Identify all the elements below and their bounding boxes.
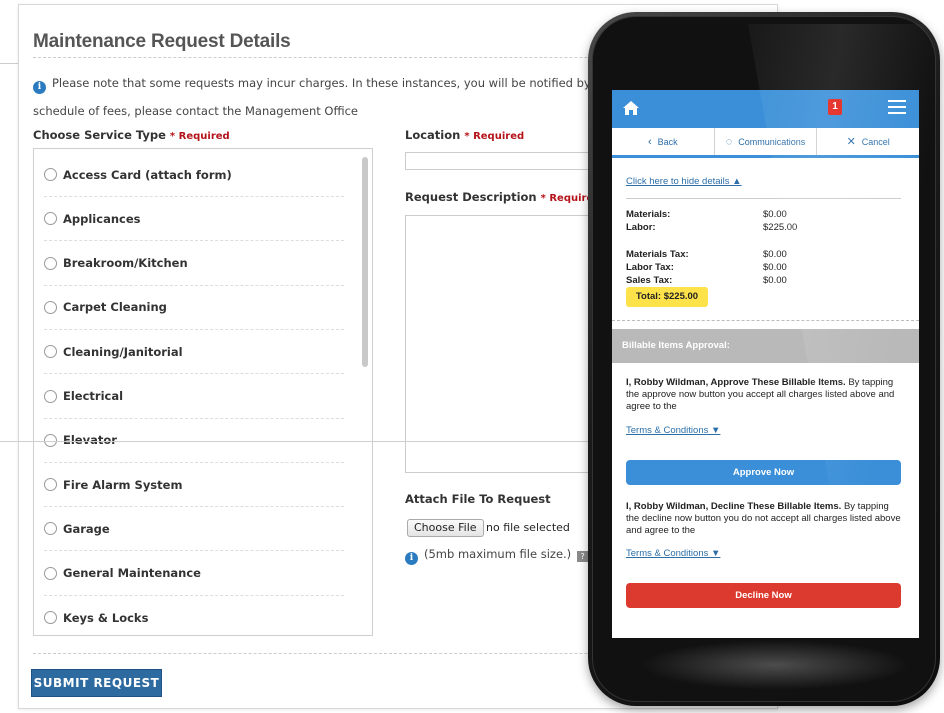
cost-value: $225.00: [763, 222, 798, 233]
radio-button[interactable]: [44, 345, 57, 359]
decline-now-button[interactable]: Decline Now: [626, 583, 901, 608]
decline-statement: I, Robby Wildman, Decline These Billable…: [626, 501, 903, 537]
radio-button[interactable]: [44, 611, 57, 624]
scrollbar[interactable]: [362, 157, 368, 367]
approve-statement: I, Robby Wildman, Approve These Billable…: [626, 377, 903, 413]
total-badge: Total: $225.00: [626, 287, 708, 307]
chat-icon: ◌: [725, 135, 733, 148]
description-textarea[interactable]: [405, 215, 605, 473]
notification-badge[interactable]: 1: [828, 99, 842, 115]
chevron-left-icon: ‹: [647, 135, 652, 148]
radio-button[interactable]: [44, 300, 57, 314]
service-option-label: Applicances: [63, 211, 141, 226]
service-option[interactable]: Breakroom/Kitchen: [44, 242, 344, 286]
description-label: Request Description * Required: [405, 190, 600, 204]
cost-label: Labor:: [626, 222, 656, 233]
attach-file-label: Attach File To Request: [405, 492, 551, 506]
service-option-label: Electrical: [63, 389, 124, 403]
terms-link-approve[interactable]: Terms & Conditions ▼: [626, 425, 720, 436]
decor-line: [0, 441, 600, 442]
approve-statement-bold: I, Robby Wildman, Approve These Billable…: [626, 377, 846, 388]
location-label: Location * Required: [405, 128, 524, 142]
radio-button[interactable]: [44, 168, 57, 181]
service-option[interactable]: Cleaning/Janitorial: [44, 330, 344, 375]
app-navbar: ‹ Back ◌ Communications ✕ Cancel: [612, 128, 919, 158]
file-size-note: i (5mb maximum file size.)?: [405, 547, 589, 565]
terms-link-decline[interactable]: Terms & Conditions ▼: [626, 548, 720, 559]
description-label-text: Request Description: [405, 190, 537, 204]
cost-value: $0.00: [763, 209, 787, 220]
service-option[interactable]: Fire Alarm System: [44, 463, 344, 508]
decline-statement-bold: I, Robby Wildman, Decline These Billable…: [626, 501, 842, 512]
cost-value: $0.00: [763, 249, 787, 260]
required-marker: * Required: [169, 131, 230, 142]
communications-button[interactable]: ◌ Communications: [715, 128, 818, 155]
notice-text-1: Please note that some requests may incur…: [52, 76, 629, 90]
service-option-label: Keys & Locks: [63, 610, 149, 625]
cost-label: Sales Tax:: [626, 275, 673, 286]
service-type-label: Choose Service Type * Required: [33, 128, 230, 142]
app-header: 1: [612, 90, 919, 128]
radio-button[interactable]: [44, 478, 57, 492]
location-label-text: Location: [405, 128, 461, 142]
cost-value: $0.00: [763, 275, 787, 286]
file-status: no file selected: [486, 521, 570, 534]
communications-label: Communications: [738, 136, 806, 147]
close-icon: ✕: [846, 136, 856, 148]
cost-label: Labor Tax:: [626, 262, 674, 273]
service-option[interactable]: Keys & Locks: [44, 596, 344, 635]
screenshot-stage: Maintenance Request Details i Please note…: [0, 0, 944, 713]
home-icon[interactable]: [622, 99, 640, 117]
cost-label: Materials:: [626, 209, 671, 220]
radio-button[interactable]: [44, 566, 57, 580]
radio-button[interactable]: [44, 522, 57, 536]
approval-header: Billable Items Approval:: [612, 329, 919, 363]
decor-line: [0, 63, 20, 64]
cost-label: Materials Tax:: [626, 249, 689, 260]
cancel-label: Cancel: [861, 136, 890, 147]
back-label: Back: [657, 136, 678, 147]
radio-button[interactable]: [44, 389, 57, 403]
service-type-label-text: Choose Service Type: [33, 128, 166, 142]
info-icon: i: [405, 552, 418, 565]
help-icon[interactable]: ?: [577, 551, 589, 562]
phone-reflection: [640, 640, 910, 690]
divider: [626, 198, 901, 199]
service-option-label: Carpet Cleaning: [63, 300, 167, 315]
choose-file-button[interactable]: Choose File: [407, 519, 484, 537]
location-input[interactable]: [405, 152, 605, 170]
cancel-button[interactable]: ✕ Cancel: [817, 128, 919, 155]
cost-value: $0.00: [763, 262, 787, 273]
service-option[interactable]: Carpet Cleaning: [44, 286, 344, 330]
service-option-label: Cleaning/Janitorial: [63, 344, 183, 359]
hide-details-link[interactable]: Click here to hide details ▲: [626, 176, 742, 187]
service-option[interactable]: Electrical: [44, 375, 344, 419]
info-icon: i: [33, 81, 46, 94]
service-option-label: Fire Alarm System: [63, 477, 183, 492]
service-option-label: General Maintenance: [63, 566, 201, 581]
service-option-label: Access Card (attach form): [63, 167, 232, 182]
file-size-text: (5mb maximum file size.): [424, 547, 572, 561]
required-marker: * Required: [464, 131, 525, 142]
phone-screen: 1 ‹ Back ◌ Communications ✕ Cancel Click he…: [612, 90, 919, 638]
page-title: Maintenance Request Details: [33, 31, 291, 52]
service-option-label: Garage: [63, 521, 110, 536]
radio-button[interactable]: [44, 212, 57, 226]
approve-now-button[interactable]: Approve Now: [626, 460, 901, 485]
back-button[interactable]: ‹ Back: [612, 128, 715, 155]
divider: [612, 320, 919, 321]
service-option-label: Breakroom/Kitchen: [63, 256, 188, 271]
submit-request-button[interactable]: SUBMIT REQUEST: [31, 669, 162, 697]
hamburger-menu-icon[interactable]: [888, 100, 906, 114]
service-option[interactable]: Access Card (attach form): [44, 153, 344, 197]
service-type-list[interactable]: Access Card (attach form) Applicances Brea…: [33, 148, 373, 636]
service-option[interactable]: Applicances: [44, 197, 344, 242]
service-option[interactable]: Garage: [44, 507, 344, 552]
radio-button[interactable]: [44, 256, 57, 270]
service-option[interactable]: General Maintenance: [44, 552, 344, 596]
